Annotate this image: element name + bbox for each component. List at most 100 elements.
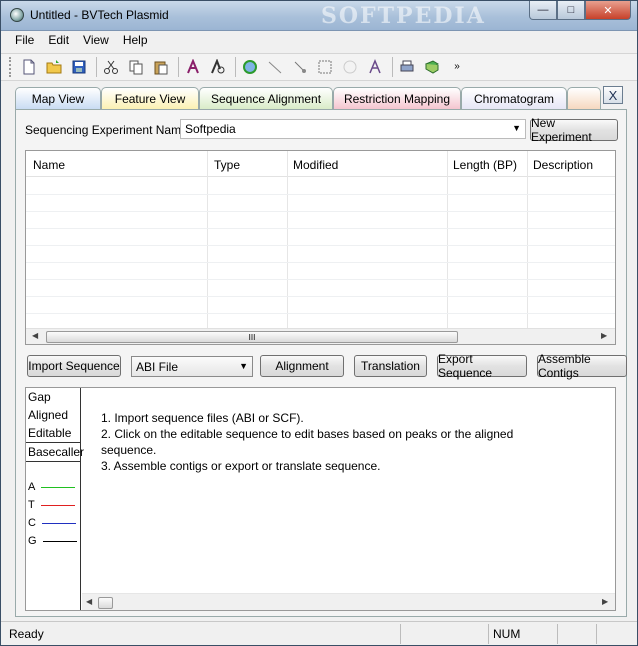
base-a-line: [41, 486, 76, 488]
base-t-line: [40, 504, 75, 506]
scrollbar-thumb[interactable]: [98, 597, 113, 609]
enzyme-icon: [211, 59, 225, 74]
tab-map-view[interactable]: Map View: [15, 87, 101, 109]
column-header-length[interactable]: Length (BP): [453, 158, 517, 172]
paste-button[interactable]: [150, 56, 172, 78]
save-button[interactable]: [68, 56, 90, 78]
column-header-modified[interactable]: Modified: [293, 158, 338, 172]
ellipse-icon: [343, 60, 357, 74]
status-divider: [557, 624, 558, 644]
ellipse-tool-button[interactable]: [339, 56, 361, 78]
tab-feature-view[interactable]: Feature View: [101, 87, 199, 109]
toolbar-overflow-button[interactable]: »: [446, 56, 468, 78]
open-folder-icon: [46, 60, 62, 74]
close-window-button[interactable]: ✕: [585, 1, 631, 20]
rectangle-tool-button[interactable]: [314, 56, 336, 78]
app-icon[interactable]: [10, 8, 24, 22]
circle-map-button[interactable]: [239, 56, 261, 78]
table-row[interactable]: [26, 194, 615, 195]
column-header-description[interactable]: Description: [533, 158, 593, 172]
minimize-icon: —: [537, 4, 549, 16]
menu-view[interactable]: View: [76, 31, 116, 51]
new-file-icon: [23, 59, 35, 75]
status-bar: Ready NUM: [1, 621, 637, 645]
table-row[interactable]: [26, 245, 615, 246]
instructions-text: 1. Import sequence files (ABI or SCF). 2…: [101, 410, 571, 474]
file-type-select[interactable]: ABI File ▼: [131, 356, 253, 377]
table-horizontal-scrollbar[interactable]: ◀ III ▶: [26, 328, 615, 344]
scrollbar-thumb[interactable]: III: [46, 331, 458, 343]
legend-base-c: C: [28, 517, 76, 529]
dna-button[interactable]: [182, 56, 204, 78]
close-icon: ✕: [603, 4, 613, 17]
help-book-button[interactable]: [421, 56, 443, 78]
scroll-left-icon[interactable]: ◀: [32, 331, 38, 340]
text-tool-button[interactable]: [364, 56, 386, 78]
menu-edit[interactable]: Edit: [41, 31, 76, 51]
title-bar[interactable]: Untitled - BVTech Plasmid SOFTPEDIA — □ …: [1, 1, 637, 31]
experiment-name-label: Sequencing Experiment Name:: [25, 123, 192, 137]
legend-editable: Editable: [28, 426, 72, 440]
print-button[interactable]: [396, 56, 418, 78]
cut-button[interactable]: [100, 56, 122, 78]
tab-sequence-alignment[interactable]: Sequence Alignment: [199, 87, 333, 109]
toolbar-grip[interactable]: [9, 57, 12, 77]
text-tool-icon: [369, 59, 381, 74]
column-header-type[interactable]: Type: [214, 158, 240, 172]
status-divider: [400, 624, 401, 644]
tab-overflow[interactable]: [567, 87, 601, 109]
pen-icon: [294, 61, 306, 73]
instruction-step-3: 3. Assemble contigs or export or transla…: [101, 459, 381, 473]
toolbar-separator: [178, 57, 179, 77]
table-row[interactable]: [26, 211, 615, 212]
enzyme-button[interactable]: [207, 56, 229, 78]
assemble-contigs-button[interactable]: Assemble Contigs: [537, 352, 627, 380]
legend-divider: [26, 461, 80, 462]
chromatogram-view[interactable]: Gap Aligned Editable Basecaller A T C G: [25, 387, 616, 611]
column-header-name[interactable]: Name: [33, 158, 65, 172]
table-row[interactable]: [26, 228, 615, 229]
legend-basecaller: Basecaller: [28, 445, 85, 459]
table-row[interactable]: [26, 262, 615, 263]
table-row[interactable]: [26, 279, 615, 280]
legend-base-a: A: [28, 481, 76, 493]
status-divider: [596, 624, 597, 644]
printer-icon: [400, 60, 414, 72]
maximize-button[interactable]: □: [557, 1, 585, 20]
new-file-button[interactable]: [18, 56, 40, 78]
table-row[interactable]: [26, 313, 615, 314]
table-row[interactable]: [26, 296, 615, 297]
experiment-name-combo[interactable]: Softpedia ▼: [180, 119, 526, 139]
alignment-button[interactable]: Alignment: [260, 355, 344, 377]
menu-help[interactable]: Help: [116, 31, 155, 51]
base-c-line: [41, 522, 76, 524]
menu-file[interactable]: File: [8, 31, 41, 51]
chevron-down-icon: ▼: [239, 361, 248, 371]
tab-restriction-mapping[interactable]: Restriction Mapping: [333, 87, 461, 109]
new-experiment-button[interactable]: New Experiment: [530, 116, 618, 144]
num-lock-indicator: NUM: [493, 627, 521, 641]
window-title: Untitled - BVTech Plasmid: [30, 8, 169, 22]
export-sequence-button[interactable]: Export Sequence: [437, 352, 527, 380]
minimize-button[interactable]: —: [529, 1, 557, 20]
scroll-right-icon[interactable]: ▶: [602, 597, 608, 606]
import-sequence-button[interactable]: Import Sequence: [27, 355, 121, 377]
line-icon: [268, 61, 282, 74]
chromatogram-horizontal-scrollbar[interactable]: ◀ ▶: [82, 593, 615, 610]
copy-button[interactable]: [125, 56, 147, 78]
column-divider: [207, 151, 208, 328]
translation-button[interactable]: Translation: [354, 355, 427, 377]
file-type-value: ABI File: [136, 360, 179, 374]
line-tool-button[interactable]: [264, 56, 286, 78]
tab-chromatogram[interactable]: Chromatogram: [461, 87, 567, 109]
column-divider: [527, 151, 528, 328]
window-controls: — □ ✕: [529, 1, 631, 20]
scroll-left-icon[interactable]: ◀: [86, 597, 92, 606]
watermark: SOFTPEDIA: [321, 3, 486, 29]
close-tab-button[interactable]: X: [603, 86, 623, 104]
scroll-right-icon[interactable]: ▶: [601, 331, 607, 340]
open-button[interactable]: [43, 56, 65, 78]
toolbar: »: [1, 53, 637, 81]
pointer-tool-button[interactable]: [289, 56, 311, 78]
copy-icon: [129, 60, 143, 75]
